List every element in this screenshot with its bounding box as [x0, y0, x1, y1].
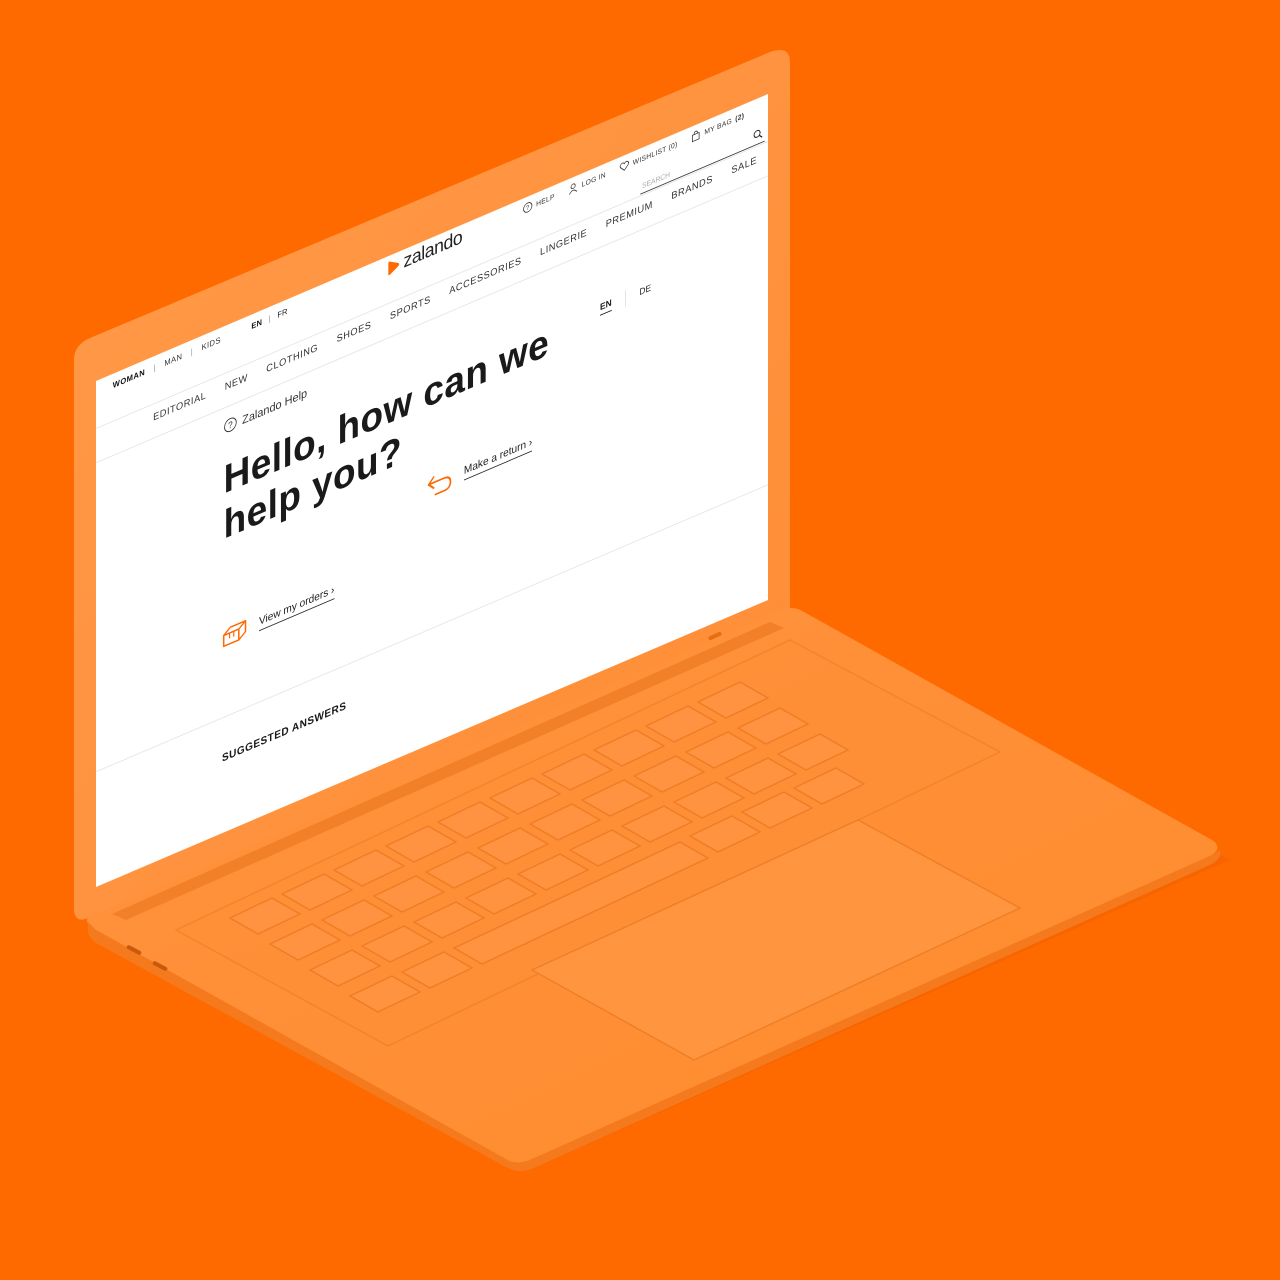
zalando-play-icon — [388, 261, 400, 276]
view-orders-label: View my orders › — [258, 582, 335, 632]
user-icon — [569, 183, 578, 195]
search-placeholder: SEARCH — [642, 170, 671, 191]
bag-count: (2) — [735, 110, 745, 123]
nav-sports[interactable]: SPORTS — [390, 294, 431, 322]
separator: | — [268, 313, 271, 324]
nav-premium[interactable]: PREMIUM — [606, 199, 653, 230]
lang-fr[interactable]: FR — [277, 306, 287, 319]
nav-lingerie[interactable]: LINGERIE — [540, 227, 587, 258]
gender-kids[interactable]: KIDS — [202, 335, 221, 352]
help-label: HELP — [536, 191, 555, 208]
gender-woman[interactable]: WOMAN — [113, 367, 145, 390]
heart-icon — [619, 160, 630, 171]
nav-sale[interactable]: SALE — [731, 155, 757, 177]
return-arrow-icon — [427, 476, 452, 496]
scene: WOMAN | MAN | KIDS EN | FR zalando ? HEL… — [0, 0, 1280, 1280]
view-orders-link[interactable]: View my orders › — [222, 579, 335, 650]
separator: | — [153, 362, 156, 373]
search-icon[interactable] — [753, 127, 763, 142]
login-label: LOG IN — [581, 170, 606, 189]
separator: | — [190, 346, 194, 357]
help-icon: ? — [523, 202, 533, 213]
lang-en[interactable]: EN — [251, 317, 262, 331]
gender-man[interactable]: MAN — [164, 351, 182, 368]
nav-new[interactable]: NEW — [225, 372, 248, 393]
bag-icon — [692, 130, 700, 143]
box-icon — [222, 619, 247, 648]
bag-label: MY BAG — [704, 116, 732, 137]
breadcrumb-label: Zalando Help — [242, 385, 308, 427]
help-circle-icon: ? — [224, 417, 237, 433]
svg-text:?: ? — [228, 419, 233, 431]
make-return-label: Make a return › — [463, 435, 533, 481]
